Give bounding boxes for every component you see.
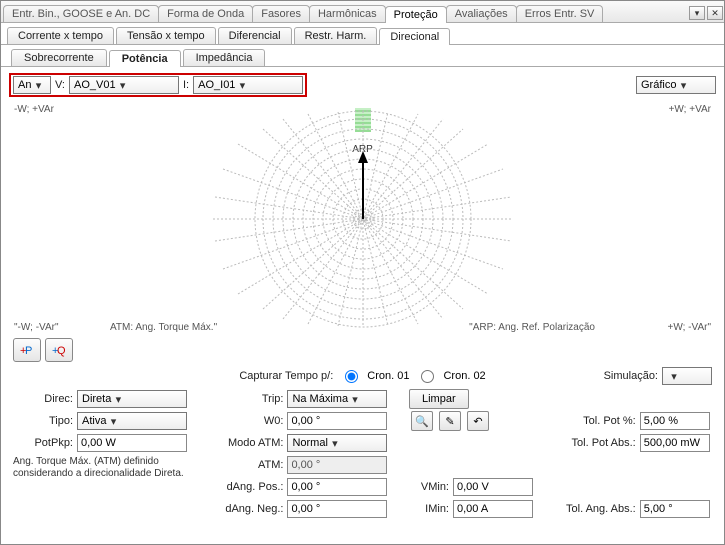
tab-corrente-tempo[interactable]: Corrente x tempo — [7, 27, 114, 44]
cron02-radio[interactable] — [421, 370, 434, 383]
tol-pot-abs-input[interactable] — [640, 434, 710, 452]
chevron-down-icon: ▾ — [106, 415, 120, 428]
tab-diferencial[interactable]: Diferencial — [218, 27, 292, 44]
potpkp-label: PotPkp: — [13, 437, 73, 449]
quad-label-tr: +W; +VAr — [669, 104, 711, 115]
tab-harmonicas[interactable]: Harmônicas — [309, 5, 386, 22]
tab-fasores[interactable]: Fasores — [252, 5, 310, 22]
sub-tab-bar-1: Corrente x tempo Tensão x tempo Diferenc… — [1, 23, 724, 45]
tab-potencia[interactable]: Potência — [109, 50, 181, 67]
v-label: V: — [55, 79, 65, 91]
tab-impedancia[interactable]: Impedância — [183, 49, 266, 66]
polar-grid — [83, 109, 643, 329]
undo-icon[interactable]: ↶ — [467, 411, 489, 431]
main-tab-bar: Entr. Bin., GOOSE e An. DC Forma de Onda… — [1, 1, 724, 23]
w0-input[interactable] — [287, 412, 387, 430]
quad-label-tl: -W; +VAr — [14, 104, 54, 115]
trip-value: Na Máxima — [292, 393, 348, 405]
limpar-button[interactable]: Limpar — [409, 389, 469, 409]
add-point-pq-button[interactable]: +P — [13, 338, 41, 362]
tol-pot-pct-label: Tol. Pot %: — [556, 415, 636, 427]
imin-label: IMin: — [409, 503, 449, 515]
channel-selector-bar: An▾ V: AO_V01▾ I: AO_I01▾ Gráfico▾ — [9, 73, 716, 97]
tab-direcional[interactable]: Direcional — [379, 28, 450, 45]
tab-protecao[interactable]: Proteção — [385, 6, 447, 23]
modo-atm-combo[interactable]: Normal▾ — [287, 434, 387, 452]
dang-neg-input[interactable] — [287, 500, 387, 518]
add-point-pq2-button[interactable]: +Q — [45, 338, 73, 362]
modo-atm-label: Modo ATM: — [213, 437, 283, 449]
dropdown-icon[interactable]: ▾ — [689, 6, 705, 20]
atm-note: Ang. Torque Máx. (ATM) definido consider… — [13, 456, 203, 480]
tab-forma-onda[interactable]: Forma de Onda — [158, 5, 253, 22]
v-value: AO_V01 — [74, 79, 116, 91]
cron01-label: Cron. 01 — [367, 370, 409, 382]
cron02-label: Cron. 02 — [443, 370, 485, 382]
v-channel-combo[interactable]: AO_V01▾ — [69, 76, 179, 94]
tab-entr-bin[interactable]: Entr. Bin., GOOSE e An. DC — [3, 5, 159, 22]
cron01-radio[interactable] — [345, 370, 358, 383]
dang-pos-label: dAng. Pos.: — [213, 481, 283, 493]
imin-input[interactable] — [453, 500, 533, 518]
point-tools: +P +Q — [13, 338, 716, 362]
atm-input — [287, 456, 387, 474]
trip-label: Trip: — [213, 393, 283, 405]
tol-pot-abs-label: Tol. Pot Abs.: — [556, 437, 636, 449]
tab-avaliacoes[interactable]: Avaliações — [446, 5, 517, 22]
highlight-box: An▾ V: AO_V01▾ I: AO_I01▾ — [9, 73, 307, 97]
arp-arrow-icon — [358, 151, 368, 219]
quad-label-bl: "-W; -VAr" — [14, 322, 59, 333]
modo-atm-value: Normal — [292, 437, 327, 449]
chevron-down-icon: ▾ — [348, 393, 362, 406]
chevron-down-icon: ▾ — [116, 79, 130, 92]
w0-label: W0: — [213, 415, 283, 427]
chevron-down-icon: ▾ — [235, 79, 249, 92]
vmin-input[interactable] — [453, 478, 533, 496]
polar-chart: -W; +VAr +W; +VAr "-W; -VAr" +W; -VAr" A… — [9, 101, 716, 336]
close-icon[interactable]: ✕ — [707, 6, 723, 20]
i-label: I: — [183, 79, 189, 91]
chevron-down-icon: ▾ — [667, 370, 681, 383]
tol-ang-abs-label: Tol. Ang. Abs.: — [556, 503, 636, 515]
direc-combo[interactable]: Direta▾ — [77, 390, 187, 408]
tab-sobrecorrente[interactable]: Sobrecorrente — [11, 49, 107, 66]
tol-pot-pct-input[interactable] — [640, 412, 710, 430]
svg-text:Q: Q — [57, 345, 66, 357]
tab-restr-harm[interactable]: Restr. Harm. — [294, 27, 378, 44]
simulacao-combo[interactable]: ▾ — [662, 367, 712, 385]
chevron-down-icon: ▾ — [31, 79, 45, 92]
atm-label: ATM: — [213, 459, 283, 471]
view-mode-value: Gráfico — [641, 79, 676, 91]
tipo-value: Ativa — [82, 415, 106, 427]
chevron-down-icon: ▾ — [111, 393, 125, 406]
trip-combo[interactable]: Na Máxima▾ — [287, 390, 387, 408]
i-value: AO_I01 — [198, 79, 235, 91]
i-channel-combo[interactable]: AO_I01▾ — [193, 76, 303, 94]
capture-label: Capturar Tempo p/: — [239, 370, 333, 382]
view-mode-combo[interactable]: Gráfico▾ — [636, 76, 716, 94]
potpkp-input[interactable] — [77, 434, 187, 452]
tipo-combo[interactable]: Ativa▾ — [77, 412, 187, 430]
svg-text:P: P — [25, 345, 32, 357]
dang-neg-label: dAng. Neg.: — [213, 503, 283, 515]
dang-pos-input[interactable] — [287, 478, 387, 496]
zoom-icon[interactable]: 🔍 — [411, 411, 433, 431]
simulacao-label: Simulação: — [604, 370, 658, 382]
an-value: An — [18, 79, 31, 91]
tipo-label: Tipo: — [13, 415, 73, 427]
edit-icon[interactable]: ✎ — [439, 411, 461, 431]
tab-tensao-tempo[interactable]: Tensão x tempo — [116, 27, 216, 44]
chevron-down-icon: ▾ — [676, 79, 690, 92]
tol-ang-abs-input[interactable] — [640, 500, 710, 518]
sub-tab-bar-2: Sobrecorrente Potência Impedância — [1, 45, 724, 67]
an-combo[interactable]: An▾ — [13, 76, 51, 94]
direc-label: Direc: — [13, 393, 73, 405]
chevron-down-icon: ▾ — [328, 437, 342, 450]
vmin-label: VMin: — [409, 481, 449, 493]
quad-label-br: +W; -VAr" — [668, 322, 711, 333]
direc-value: Direta — [82, 393, 111, 405]
tab-erros-sv[interactable]: Erros Entr. SV — [516, 5, 604, 22]
